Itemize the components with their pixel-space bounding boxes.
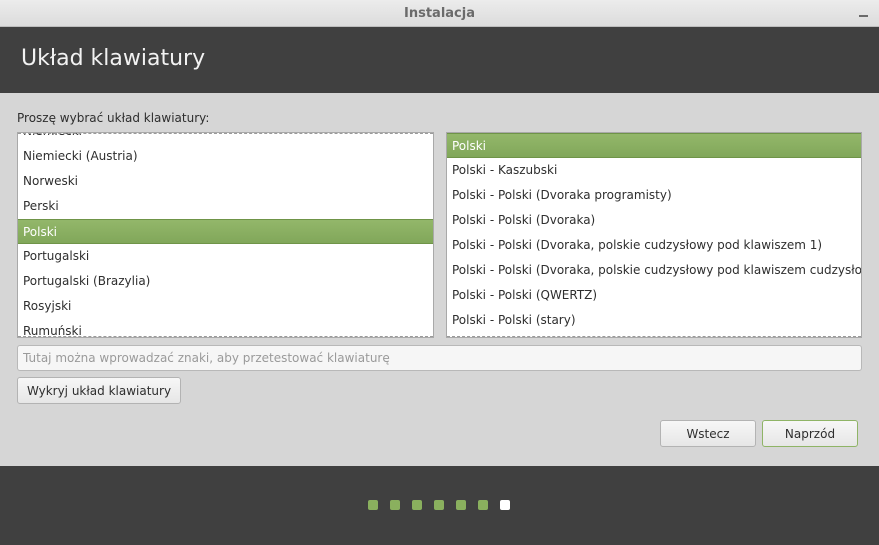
variant-list-item[interactable]: Polski xyxy=(447,133,861,158)
keyboard-variant-rows: Polski Polski - Kaszubski Polski - Polski … xyxy=(447,133,861,333)
keyboard-layout-list[interactable]: NiemieckiNiemiecki (Austria)NorweskiPers… xyxy=(17,132,434,338)
layout-list-item[interactable]: Portugalski xyxy=(18,244,433,269)
progress-step-dot xyxy=(434,500,444,510)
list-scroll-edge-top xyxy=(18,133,433,134)
progress-step-dot xyxy=(500,500,510,510)
variant-list-item[interactable]: Polski - Polski (stary) xyxy=(447,308,861,333)
layout-list-item[interactable]: Portugalski (Brazylia) xyxy=(18,269,433,294)
variant-list-item[interactable]: Polski - Polski (Dvoraka, polskie cudzys… xyxy=(447,233,861,258)
layout-list-item[interactable]: Norweski xyxy=(18,169,433,194)
variant-list-item[interactable]: Polski - Polski (Dvoraka programisty) xyxy=(447,183,861,208)
window-title: Instalacja xyxy=(404,6,475,21)
keyboard-test-input[interactable] xyxy=(17,345,862,371)
detect-layout-button[interactable]: Wykryj układ klawiatury xyxy=(17,377,181,404)
progress-step-dot xyxy=(478,500,488,510)
list-scroll-edge-bottom xyxy=(447,336,861,337)
variant-list-item[interactable]: Polski - Polski (Dvoraka) xyxy=(447,208,861,233)
page-header: Układ klawiatury xyxy=(0,27,879,93)
forward-button[interactable]: Naprzód xyxy=(762,420,858,447)
layout-list-item[interactable]: Perski xyxy=(18,194,433,219)
progress-indicator xyxy=(368,500,510,510)
variant-list-item[interactable]: Polski - Polski (QWERTZ) xyxy=(447,283,861,308)
progress-step-dot xyxy=(368,500,378,510)
keyboard-layout-rows: NiemieckiNiemiecki (Austria)NorweskiPers… xyxy=(18,133,433,337)
keyboard-variant-list[interactable]: Polski Polski - Kaszubski Polski - Polski … xyxy=(446,132,862,338)
back-button[interactable]: Wstecz xyxy=(660,420,756,447)
variant-list-item[interactable]: Polski - Kaszubski xyxy=(447,158,861,183)
list-scroll-edge-bottom xyxy=(18,336,433,337)
layout-prompt-label: Proszę wybrać układ klawiatury: xyxy=(17,111,210,125)
minimize-icon[interactable] xyxy=(856,6,870,20)
variant-list-item[interactable]: Polski - Polski (Dvoraka, polskie cudzys… xyxy=(447,258,861,283)
progress-step-dot xyxy=(412,500,422,510)
progress-step-dot xyxy=(390,500,400,510)
window-titlebar: Instalacja xyxy=(0,0,879,27)
layout-list-item[interactable]: Polski xyxy=(18,219,433,244)
layout-list-item[interactable]: Niemiecki (Austria) xyxy=(18,144,433,169)
page-title: Układ klawiatury xyxy=(21,46,206,71)
progress-step-dot xyxy=(456,500,466,510)
layout-list-item[interactable]: Rosyjski xyxy=(18,294,433,319)
